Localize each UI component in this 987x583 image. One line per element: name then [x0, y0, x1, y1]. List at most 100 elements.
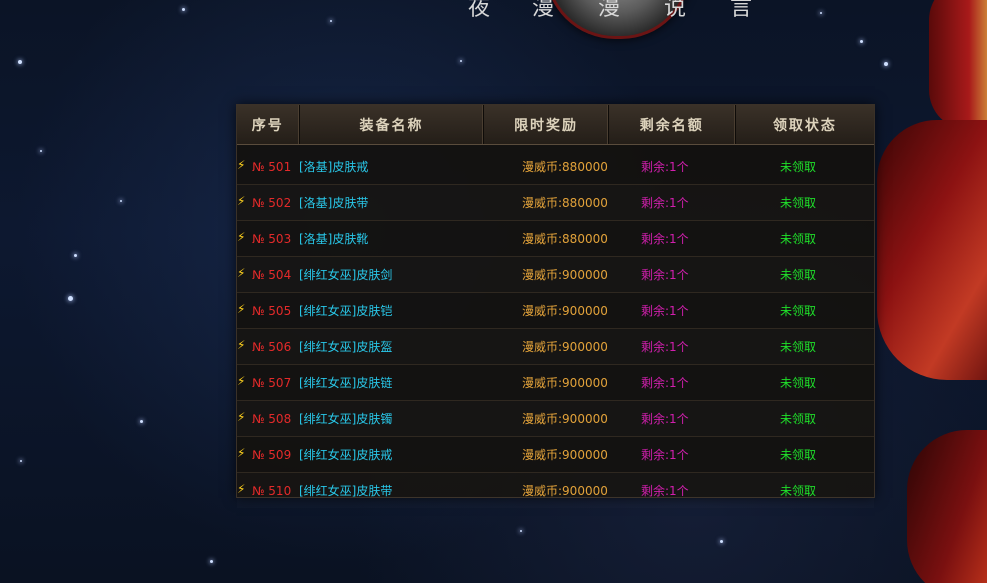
- star: [20, 460, 22, 462]
- equipment-name: [绯红女巫]皮肤带: [299, 484, 393, 498]
- header-reward: 限时奖励: [484, 105, 609, 144]
- equipment-name: [洛基]皮肤戒: [299, 160, 369, 174]
- table-row: ⚡ № 507 [绯红女巫]皮肤链 漫威币:900000 剩余:1个 未领取: [237, 364, 874, 400]
- remaining-count: 剩余:1个: [641, 376, 689, 390]
- equipment-name: [绯红女巫]皮肤戒: [299, 448, 393, 462]
- star: [720, 540, 723, 543]
- remaining-count: 剩余:1个: [641, 412, 689, 426]
- remaining-count: 剩余:1个: [641, 160, 689, 174]
- row-number: № 510: [252, 483, 292, 498]
- claim-status[interactable]: 未领取: [780, 410, 816, 427]
- equipment-name: [洛基]皮肤带: [299, 196, 369, 210]
- remaining-count: 剩余:1个: [641, 340, 689, 354]
- lightning-bolt-icon: ⚡: [237, 302, 246, 316]
- remaining-count: 剩余:1个: [641, 484, 689, 498]
- reward-amount: 漫威币:900000: [522, 340, 608, 354]
- reward-amount: 漫威币:900000: [522, 268, 608, 282]
- star: [820, 12, 822, 14]
- top-title-glyph: 夜: [468, 0, 491, 21]
- claim-status[interactable]: 未领取: [780, 374, 816, 391]
- table-body: ⚡ № 501 [洛基]皮肤戒 漫威币:880000 剩余:1个 未领取 ⚡ №…: [237, 149, 874, 508]
- equipment-reward-table: 序号 装备名称 限时奖励 剩余名额 领取状态 ⚡ № 501 [洛基]皮肤戒 漫…: [236, 104, 875, 498]
- table-row: ⚡ № 506 [绯红女巫]皮肤盔 漫威币:900000 剩余:1个 未领取: [237, 328, 874, 364]
- claim-status[interactable]: 未领取: [780, 230, 816, 247]
- equipment-name: [绯红女巫]皮肤链: [299, 376, 393, 390]
- star: [40, 150, 42, 152]
- row-number: № 509: [252, 447, 292, 462]
- star: [18, 60, 22, 64]
- claim-status[interactable]: 未领取: [780, 482, 816, 499]
- row-number: № 501: [252, 159, 292, 174]
- row-number: № 504: [252, 267, 292, 282]
- hero-armor-lower: [907, 430, 987, 583]
- row-number: № 503: [252, 231, 292, 246]
- claim-status[interactable]: 未领取: [780, 266, 816, 283]
- header-equipment-name: 装备名称: [300, 105, 485, 144]
- star: [120, 200, 122, 202]
- star: [520, 530, 522, 532]
- claim-status[interactable]: 未领取: [780, 446, 816, 463]
- row-number: № 502: [252, 195, 292, 210]
- star: [330, 20, 332, 22]
- star: [460, 60, 462, 62]
- lightning-bolt-icon: ⚡: [237, 374, 246, 388]
- claim-status[interactable]: 未领取: [780, 194, 816, 211]
- hero-armor: [877, 120, 987, 380]
- star: [140, 420, 143, 423]
- star: [182, 8, 185, 11]
- row-number: № 508: [252, 411, 292, 426]
- table-row: ⚡ № 505 [绯红女巫]皮肤铠 漫威币:900000 剩余:1个 未领取: [237, 292, 874, 328]
- lightning-bolt-icon: ⚡: [237, 194, 246, 208]
- table-row: ⚡ № 502 [洛基]皮肤带 漫威币:880000 剩余:1个 未领取: [237, 184, 874, 220]
- table-row: ⚡ № 510 [绯红女巫]皮肤带 漫威币:900000 剩余:1个 未领取: [237, 472, 874, 508]
- reward-amount: 漫威币:900000: [522, 412, 608, 426]
- claim-status[interactable]: 未领取: [780, 302, 816, 319]
- header-remaining: 剩余名额: [609, 105, 736, 144]
- equipment-name: [绯红女巫]皮肤剑: [299, 268, 393, 282]
- row-number: № 505: [252, 303, 292, 318]
- lightning-bolt-icon: ⚡: [237, 410, 246, 424]
- top-title-glyph: 漫: [598, 0, 621, 21]
- table-row: ⚡ № 509 [绯红女巫]皮肤戒 漫威币:900000 剩余:1个 未领取: [237, 436, 874, 472]
- lightning-bolt-icon: ⚡: [237, 446, 246, 460]
- reward-amount: 漫威币:900000: [522, 376, 608, 390]
- remaining-count: 剩余:1个: [641, 448, 689, 462]
- header-claim-status: 领取状态: [772, 117, 837, 134]
- reward-amount: 漫威币:900000: [522, 484, 608, 498]
- remaining-count: 剩余:1个: [641, 268, 689, 282]
- reward-amount: 漫威币:900000: [522, 448, 608, 462]
- equipment-name: [洛基]皮肤靴: [299, 232, 369, 246]
- equipment-name: [绯红女巫]皮肤盔: [299, 340, 393, 354]
- reward-amount: 漫威币:880000: [522, 160, 608, 174]
- top-title-glyph: 说: [664, 0, 687, 21]
- lightning-bolt-icon: ⚡: [237, 158, 246, 172]
- top-title-glyph: 言: [730, 0, 753, 21]
- row-number: № 507: [252, 375, 292, 390]
- lightning-bolt-icon: ⚡: [237, 338, 246, 352]
- claim-status[interactable]: 未领取: [780, 338, 816, 355]
- row-number: № 506: [252, 339, 292, 354]
- hero-helmet: [929, 0, 987, 130]
- star: [860, 40, 863, 43]
- remaining-count: 剩余:1个: [641, 196, 689, 210]
- header-index: 序号: [237, 105, 300, 144]
- reward-amount: 漫威币:900000: [522, 304, 608, 318]
- table-row: ⚡ № 504 [绯红女巫]皮肤剑 漫威币:900000 剩余:1个 未领取: [237, 256, 874, 292]
- reward-amount: 漫威币:880000: [522, 232, 608, 246]
- table-row: ⚡ № 508 [绯红女巫]皮肤镯 漫威币:900000 剩余:1个 未领取: [237, 400, 874, 436]
- equipment-name: [绯红女巫]皮肤镯: [299, 412, 393, 426]
- table-header: 序号 装备名称 限时奖励 剩余名额 领取状态: [237, 105, 874, 145]
- equipment-name: [绯红女巫]皮肤铠: [299, 304, 393, 318]
- hero-figure-image: [867, 0, 987, 583]
- lightning-bolt-icon: ⚡: [237, 482, 246, 496]
- star: [68, 296, 73, 301]
- lightning-bolt-icon: ⚡: [237, 230, 246, 244]
- remaining-count: 剩余:1个: [641, 304, 689, 318]
- claim-status[interactable]: 未领取: [780, 158, 816, 175]
- top-title-glyph: 漫: [532, 0, 555, 21]
- table-row: ⚡ № 503 [洛基]皮肤靴 漫威币:880000 剩余:1个 未领取: [237, 220, 874, 256]
- remaining-count: 剩余:1个: [641, 232, 689, 246]
- lightning-bolt-icon: ⚡: [237, 266, 246, 280]
- reward-amount: 漫威币:880000: [522, 196, 608, 210]
- star: [210, 560, 213, 563]
